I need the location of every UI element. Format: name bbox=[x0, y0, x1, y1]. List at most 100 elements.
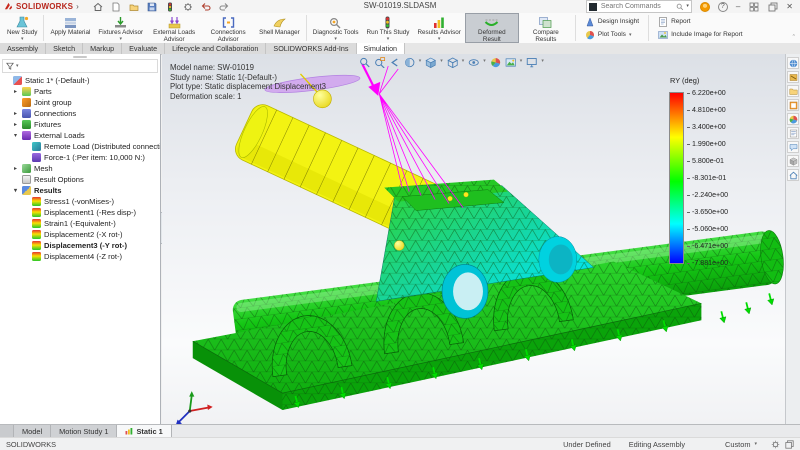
report-group: Report Include Image for Report bbox=[651, 13, 750, 43]
expand-caret[interactable]: ▸ bbox=[12, 110, 19, 117]
open-document-icon[interactable] bbox=[129, 1, 140, 12]
collapse-caret[interactable]: ▾ bbox=[12, 132, 19, 139]
window-grid-icon[interactable] bbox=[748, 1, 759, 12]
shell-manager-button[interactable]: Shell Manager bbox=[255, 13, 304, 43]
save-icon[interactable] bbox=[147, 1, 158, 12]
search-input[interactable] bbox=[599, 2, 674, 11]
tab-sketch[interactable]: Sketch bbox=[46, 43, 83, 54]
close-button[interactable]: ✕ bbox=[786, 3, 793, 11]
deformed-result-button[interactable]: Deformed Result bbox=[465, 13, 519, 43]
undo-icon[interactable] bbox=[201, 1, 212, 12]
tree-item-displacement1[interactable]: Displacement1 (-Res disp-) bbox=[0, 207, 160, 218]
custom-properties-icon[interactable] bbox=[787, 127, 799, 139]
tab-solidworks-add-ins[interactable]: SOLIDWORKS Add-Ins bbox=[266, 43, 356, 54]
status-gear-icon[interactable] bbox=[771, 440, 780, 449]
expand-caret[interactable]: ▸ bbox=[12, 165, 19, 172]
tree-item-joint-group[interactable]: Joint group bbox=[0, 97, 160, 108]
tab-static-1[interactable]: Static 1 bbox=[117, 425, 171, 437]
help-icon[interactable]: ? bbox=[718, 2, 728, 12]
dropdown-caret-icon[interactable]: ▾ bbox=[440, 58, 443, 64]
display-style-icon[interactable] bbox=[447, 55, 458, 66]
options-gear-icon[interactable] bbox=[183, 1, 194, 12]
tree-item-parts[interactable]: ▸Parts bbox=[0, 86, 160, 97]
compare-results-button[interactable]: Compare Results bbox=[519, 13, 573, 43]
apply-material-button[interactable]: Apply Material bbox=[46, 13, 94, 43]
tab-markup[interactable]: Markup bbox=[83, 43, 122, 54]
report-button[interactable]: Report bbox=[658, 17, 743, 27]
minimize-button[interactable]: – bbox=[736, 3, 740, 11]
tree-item-remote-load[interactable]: Remote Load (Distributed connection)-1 (… bbox=[0, 141, 160, 152]
view-settings-icon[interactable] bbox=[526, 55, 537, 66]
new-document-icon[interactable] bbox=[111, 1, 122, 12]
tree-item-strain1[interactable]: Strain1 (-Equivalent-) bbox=[0, 218, 160, 229]
tab-lifecycle-and-collaboration[interactable]: Lifecycle and Collaboration bbox=[165, 43, 266, 54]
3d-parts-box-icon[interactable] bbox=[787, 155, 799, 167]
rebuild-icon[interactable] bbox=[165, 1, 176, 12]
tab-motion-study-1[interactable]: Motion Study 1 bbox=[51, 425, 117, 437]
previous-view-icon[interactable] bbox=[389, 55, 400, 66]
design-library-icon[interactable] bbox=[787, 71, 799, 83]
tab-model[interactable]: Model bbox=[14, 425, 51, 437]
expand-caret[interactable]: ▸ bbox=[12, 121, 19, 128]
tree-item-displacement4[interactable]: Displacement4 (-Z rot-) bbox=[0, 251, 160, 262]
appearances-scenes-icon[interactable] bbox=[787, 113, 799, 125]
section-view-icon[interactable] bbox=[404, 55, 415, 66]
search-icon[interactable] bbox=[676, 3, 684, 11]
dropdown-caret-icon[interactable]: ▾ bbox=[462, 58, 465, 64]
file-explorer-icon[interactable] bbox=[787, 85, 799, 97]
search-commands-box[interactable]: ▾ bbox=[586, 0, 692, 13]
dropdown-caret-icon[interactable]: ▾ bbox=[483, 58, 486, 64]
home-icon[interactable] bbox=[93, 1, 104, 12]
new-study-button[interactable]: New Study▾ bbox=[3, 13, 41, 43]
tree-item-stress1[interactable]: Stress1 (-vonMises-) bbox=[0, 196, 160, 207]
tree-item-displacement2[interactable]: Displacement2 (-X rot-) bbox=[0, 229, 160, 240]
run-this-study-button[interactable]: Run This Study▾ bbox=[363, 13, 414, 43]
dropdown-caret-icon[interactable]: ▾ bbox=[419, 58, 422, 64]
expand-caret[interactable]: ▸ bbox=[12, 88, 19, 95]
external-loads-advisor-button[interactable]: External Loads Advisor▾ bbox=[147, 13, 201, 43]
tree-filter-bar[interactable]: ▾ bbox=[2, 59, 158, 73]
view-orientation-icon[interactable] bbox=[425, 55, 436, 66]
tree-item-result-options[interactable]: Result Options bbox=[0, 174, 160, 185]
home-icon[interactable] bbox=[787, 169, 799, 181]
apply-scene-icon[interactable] bbox=[505, 55, 516, 66]
status-panels-icon[interactable] bbox=[785, 440, 794, 449]
tab-scroll-stub[interactable] bbox=[0, 425, 14, 437]
view-palette-icon[interactable] bbox=[787, 99, 799, 111]
graphics-area[interactable]: ▾ ▾ ▾ ▾ ▾ ▾ Model name: SW-01019 Study n… bbox=[162, 54, 785, 425]
hide-show-items-icon[interactable] bbox=[468, 55, 479, 66]
redo-icon[interactable] bbox=[219, 1, 230, 12]
dropdown-caret-icon[interactable]: ▾ bbox=[541, 58, 544, 64]
diagnostic-tools-icon bbox=[328, 16, 343, 29]
dropdown-caret-icon[interactable]: ▾ bbox=[520, 58, 523, 64]
user-avatar[interactable] bbox=[700, 2, 710, 12]
edit-appearance-icon[interactable] bbox=[490, 55, 501, 66]
tree-root-static-study[interactable]: Static 1* (-Default-) bbox=[0, 75, 160, 86]
connections-advisor-button[interactable]: Connections Advisor▾ bbox=[201, 13, 255, 43]
design-insight-button[interactable]: Design Insight bbox=[585, 17, 639, 27]
ribbon-collapse-icon[interactable]: ˆ bbox=[793, 35, 795, 42]
plot-tools-button[interactable]: Plot Tools ▾ bbox=[585, 30, 639, 40]
tree-item-results[interactable]: ▾Results bbox=[0, 185, 160, 196]
tab-assembly[interactable]: Assembly bbox=[0, 43, 46, 54]
solidworks-resources-globe-icon[interactable] bbox=[787, 57, 799, 69]
tree-item-displacement3-active[interactable]: Displacement3 (-Y rot-) bbox=[0, 240, 160, 251]
tab-evaluate[interactable]: Evaluate bbox=[122, 43, 165, 54]
collapse-caret[interactable]: ▾ bbox=[12, 187, 19, 194]
search-caret-icon[interactable]: ▾ bbox=[686, 4, 689, 9]
tree-item-fixtures[interactable]: ▸Fixtures bbox=[0, 119, 160, 130]
tree-item-connections[interactable]: ▸Connections bbox=[0, 108, 160, 119]
tree-item-mesh[interactable]: ▸Mesh bbox=[0, 163, 160, 174]
brand-expand-icon[interactable]: › bbox=[76, 3, 79, 11]
zoom-to-area-icon[interactable] bbox=[374, 55, 385, 66]
configuration-selector[interactable]: Custom ▾ bbox=[725, 440, 757, 449]
include-image-for-report-button[interactable]: Include Image for Report bbox=[658, 30, 743, 40]
tree-item-force-1[interactable]: Force-1 (:Per item: 10,000 N:) bbox=[0, 152, 160, 163]
forum-chat-icon[interactable] bbox=[787, 141, 799, 153]
results-advisor-button[interactable]: Results Advisor▾ bbox=[413, 13, 464, 43]
tree-item-external-loads[interactable]: ▾External Loads bbox=[0, 130, 160, 141]
fixtures-advisor-button[interactable]: Fixtures Advisor▾ bbox=[94, 13, 147, 43]
diagnostic-tools-button[interactable]: Diagnostic Tools▾ bbox=[309, 13, 363, 43]
zoom-to-fit-icon[interactable] bbox=[359, 55, 370, 66]
restore-button[interactable] bbox=[767, 1, 778, 12]
